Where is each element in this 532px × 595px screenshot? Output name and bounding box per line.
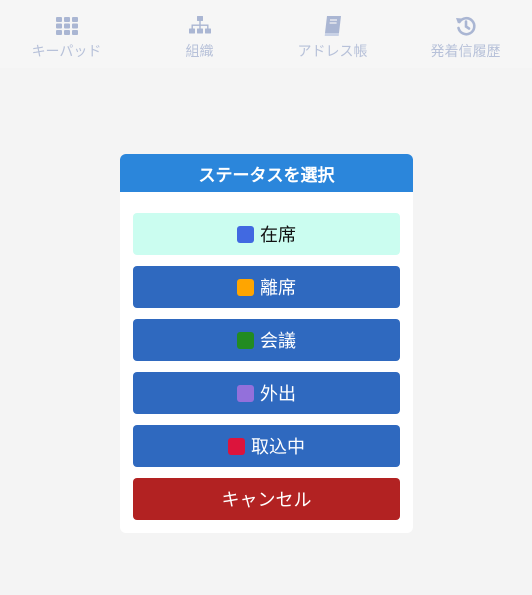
tab-organization-label: 組織 [185,44,214,60]
status-label: 在席 [260,225,296,246]
org-chart-icon [188,15,212,37]
bottom-tab-bar: キーパッド 組織 アドレス帳 発着信履歴 [0,0,532,68]
status-color-swatch [237,331,254,349]
tab-call-history-label: 発着信履歴 [430,44,501,60]
tab-call-history[interactable]: 発着信履歴 [399,0,532,68]
status-color-swatch [237,278,254,296]
status-color-swatch [228,437,245,455]
status-select-dialog: ステータスを選択 在席 離席 会議 外出 取込中 キャンセル [120,154,413,533]
status-button-out[interactable]: 外出 [133,372,400,414]
status-button-away[interactable]: 離席 [133,266,400,308]
status-button-busy[interactable]: 取込中 [133,425,400,467]
status-button-present[interactable]: 在席 [133,213,400,255]
tab-keypad-label: キーパッド [31,44,102,60]
tab-address-book[interactable]: アドレス帳 [266,0,399,68]
address-book-icon [321,15,345,37]
status-button-meeting[interactable]: 会議 [133,319,400,361]
status-color-swatch [237,225,254,243]
tab-keypad[interactable]: キーパッド [0,0,133,68]
cancel-button[interactable]: キャンセル [133,478,400,520]
dialog-title: ステータスを選択 [120,154,413,192]
status-label: 外出 [260,384,296,405]
status-label: 離席 [260,278,296,299]
keypad-grid-icon [55,15,79,37]
history-icon [454,15,478,37]
status-label: 取込中 [251,437,305,458]
tab-organization[interactable]: 組織 [133,0,266,68]
tab-address-book-label: アドレス帳 [297,44,368,60]
status-label: 会議 [260,331,296,352]
status-color-swatch [237,384,254,402]
status-list: 在席 離席 会議 外出 取込中 キャンセル [133,213,400,520]
